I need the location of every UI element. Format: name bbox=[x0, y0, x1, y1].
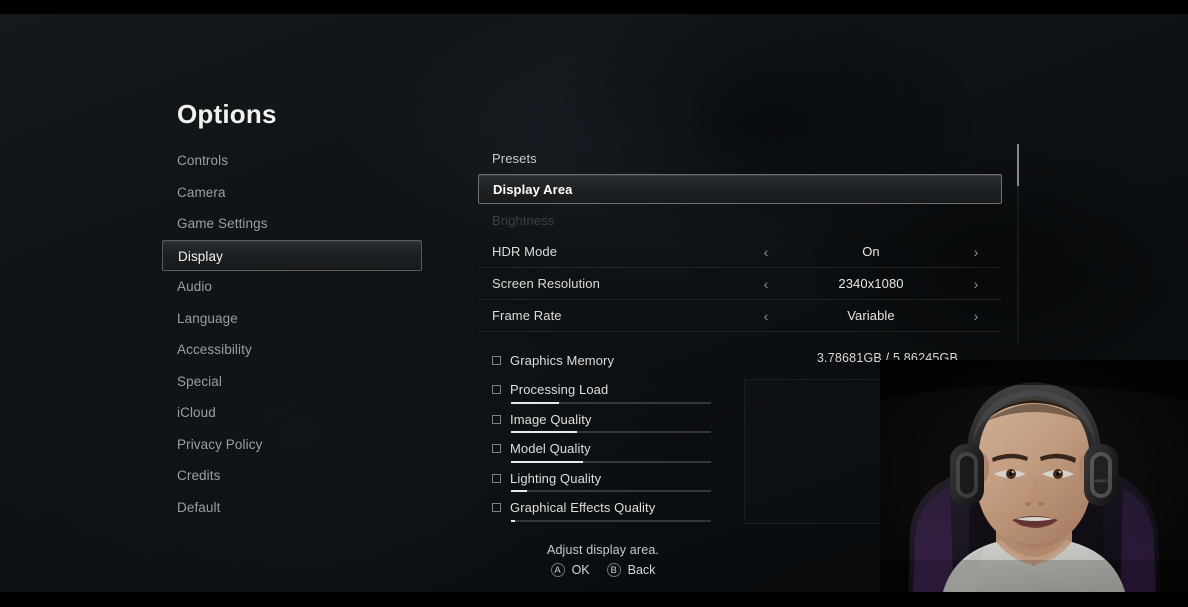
metric-label: Image Quality bbox=[510, 411, 592, 427]
webcam-video-frame: AUDIO bbox=[880, 360, 1188, 607]
sidebar-item-accessibility[interactable]: Accessibility bbox=[162, 334, 422, 365]
sidebar-item-label: iCloud bbox=[177, 405, 216, 420]
page-title: Options bbox=[177, 99, 277, 129]
checkbox-model-quality[interactable] bbox=[492, 444, 501, 453]
sidebar-item-label: Credits bbox=[177, 468, 221, 483]
sidebar-item-credits[interactable]: Credits bbox=[162, 460, 422, 491]
sidebar-item-camera[interactable]: Camera bbox=[162, 177, 422, 208]
scrollbar-thumb[interactable] bbox=[1017, 144, 1019, 186]
chevron-left-icon[interactable]: ‹ bbox=[760, 277, 772, 291]
metric-progress-bar bbox=[511, 460, 711, 463]
sidebar-item-display[interactable]: Display bbox=[162, 239, 422, 271]
sidebar-item-label: Default bbox=[177, 499, 221, 515]
setting-stepper: ‹ On › bbox=[760, 244, 982, 259]
metric-label: Model Quality bbox=[510, 441, 591, 456]
checkbox-processing-load[interactable] bbox=[492, 385, 501, 394]
sidebar-item-label: Controls bbox=[177, 153, 229, 168]
sidebar-item-label: Privacy Policy bbox=[177, 436, 263, 452]
chevron-right-icon[interactable]: › bbox=[970, 309, 982, 323]
metric-label: Processing Load bbox=[510, 382, 609, 397]
setting-value: On bbox=[862, 244, 880, 259]
sidebar-item-special[interactable]: Special bbox=[162, 366, 422, 397]
streamer-webcam-overlay: AUDIO bbox=[880, 360, 1188, 607]
gamepad-button-label: OK bbox=[571, 563, 590, 577]
settings-scrollbar[interactable] bbox=[1017, 144, 1019, 344]
metric-progress-bar bbox=[511, 401, 711, 404]
checkbox-lighting-quality[interactable] bbox=[492, 473, 501, 483]
letterbox-bottom bbox=[0, 592, 1188, 607]
sidebar-item-label: Camera bbox=[177, 184, 226, 200]
sidebar-item-label: Language bbox=[177, 310, 238, 326]
chevron-right-icon[interactable]: › bbox=[970, 277, 982, 291]
setting-label: Frame Rate bbox=[492, 308, 562, 323]
sidebar-item-label: Game Settings bbox=[177, 216, 268, 231]
setting-stepper: ‹ 2340x1080 › bbox=[760, 276, 982, 291]
metric-progress-bar bbox=[511, 519, 711, 522]
sidebar-item-label: Display bbox=[178, 248, 223, 264]
metric-progress-fill bbox=[511, 460, 583, 463]
sidebar-item-label: Special bbox=[177, 373, 222, 389]
footer-buttons: A OK B Back bbox=[478, 563, 728, 577]
setting-label: Display Area bbox=[493, 181, 573, 197]
chevron-right-icon[interactable]: › bbox=[970, 245, 982, 259]
settings-list: Presets Display Area Brightness HDR Mode ‹ On… bbox=[478, 142, 1002, 332]
setting-row-frame-rate[interactable]: Frame Rate ‹ Variable › bbox=[478, 300, 1002, 332]
sidebar-item-label: Audio bbox=[177, 279, 213, 294]
letterbox-top bbox=[0, 0, 1188, 14]
game-options-screen: Options Controls Camera Game Settings Displ… bbox=[0, 0, 1188, 607]
setting-row-display-area[interactable]: Display Area bbox=[478, 174, 1002, 204]
setting-label: Presets bbox=[492, 150, 537, 166]
gamepad-button-label: Back bbox=[627, 563, 656, 577]
chevron-left-icon[interactable]: ‹ bbox=[760, 245, 772, 259]
metric-label: Graphics Memory bbox=[510, 352, 615, 368]
sidebar-item-game-settings[interactable]: Game Settings bbox=[162, 208, 422, 239]
checkbox-graphics-memory[interactable] bbox=[492, 355, 501, 365]
setting-row-hdr-mode[interactable]: HDR Mode ‹ On › bbox=[478, 236, 1002, 268]
sidebar-item-privacy-policy[interactable]: Privacy Policy bbox=[162, 429, 422, 460]
sidebar-menu: Controls Camera Game Settings Display Audio L… bbox=[162, 145, 422, 523]
checkbox-graphical-effects-quality[interactable] bbox=[492, 503, 501, 512]
setting-stepper: ‹ Variable › bbox=[760, 308, 982, 323]
metric-label: Graphical Effects Quality bbox=[510, 500, 656, 515]
metric-progress-bar bbox=[511, 431, 711, 433]
metric-label: Lighting Quality bbox=[510, 470, 602, 486]
sidebar-item-audio[interactable]: Audio bbox=[162, 271, 422, 302]
setting-value: 2340x1080 bbox=[838, 276, 904, 291]
sidebar-item-controls[interactable]: Controls bbox=[162, 145, 422, 176]
sidebar-item-default[interactable]: Default bbox=[162, 492, 422, 523]
metric-progress-fill bbox=[511, 519, 515, 522]
gamepad-button-b-icon[interactable]: B bbox=[606, 563, 621, 577]
sidebar-item-language[interactable]: Language bbox=[162, 303, 422, 334]
setting-label: Brightness bbox=[492, 212, 555, 228]
metric-progress-fill bbox=[511, 401, 559, 404]
metric-progress-bar bbox=[511, 490, 711, 492]
setting-label: HDR Mode bbox=[492, 244, 558, 259]
setting-row-screen-resolution[interactable]: Screen Resolution ‹ 2340x1080 › bbox=[478, 268, 1002, 300]
setting-row-presets[interactable]: Presets bbox=[478, 142, 1002, 174]
metric-progress-fill bbox=[511, 431, 577, 433]
chevron-left-icon[interactable]: ‹ bbox=[760, 309, 772, 323]
footer-prompt: Adjust display area. A OK B Back bbox=[478, 543, 728, 577]
sidebar-item-label: Accessibility bbox=[177, 342, 252, 357]
checkbox-image-quality[interactable] bbox=[492, 414, 501, 424]
setting-label: Screen Resolution bbox=[492, 276, 600, 291]
metric-progress-fill bbox=[511, 490, 527, 492]
sidebar-item-icloud[interactable]: iCloud bbox=[162, 397, 422, 428]
setting-row-brightness: Brightness bbox=[478, 204, 1002, 236]
footer-hint: Adjust display area. bbox=[546, 543, 660, 557]
setting-value: Variable bbox=[847, 308, 895, 323]
gamepad-button-a-icon[interactable]: A bbox=[550, 563, 565, 577]
